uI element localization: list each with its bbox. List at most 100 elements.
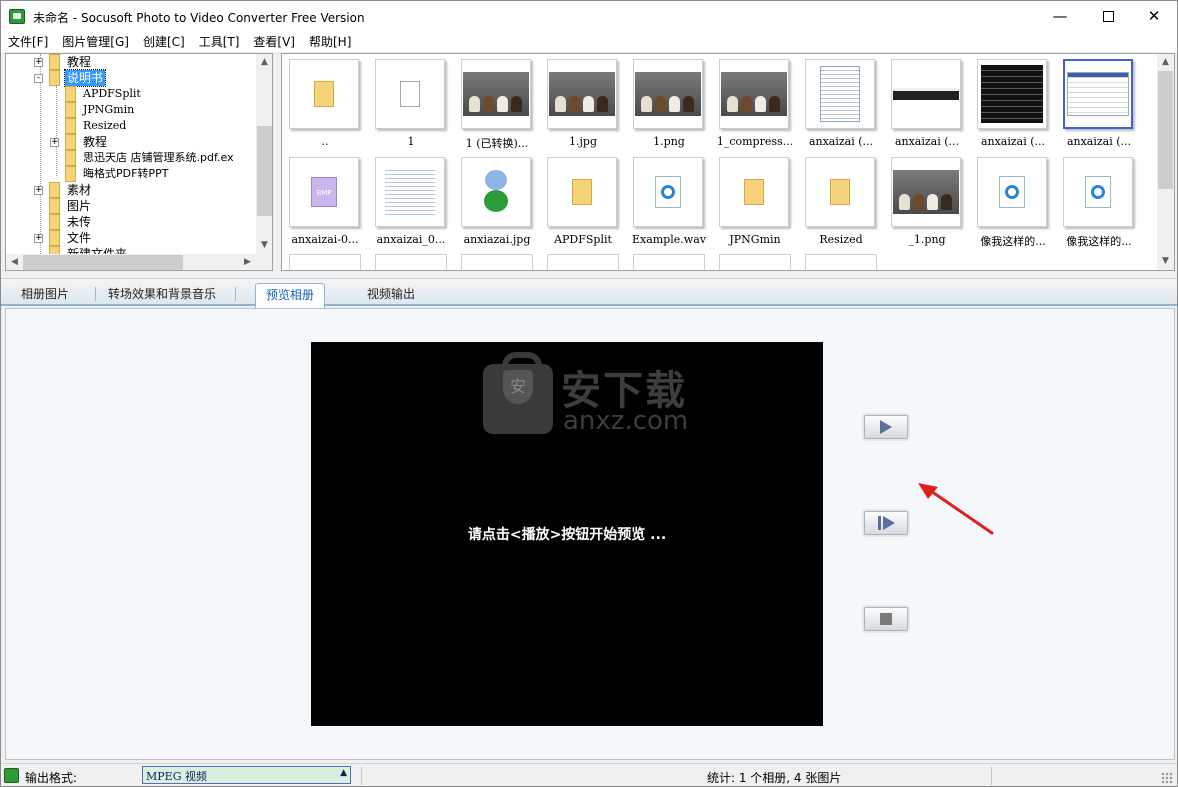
scroll-up-icon[interactable]: ▲ [256, 54, 272, 71]
expand-icon[interactable]: + [34, 233, 43, 243]
thumbnail-item[interactable]: JPNGmin [716, 154, 802, 250]
thumbnail-item[interactable]: 1_compress... [716, 56, 802, 152]
tree-item-tupian[interactable]: 图片 [49, 198, 93, 214]
folder-icon [314, 81, 334, 107]
thumbnail-item[interactable]: Resized [802, 154, 888, 250]
menu-bar: 文件[F] 图片管理[G] 创建[C] 工具[T] 查看[V] 帮助[H] [1, 32, 1177, 52]
tree-item-pdf2ppt[interactable]: 晦格式PDF转PPT [65, 166, 170, 182]
tree-item-label: 文件 [67, 231, 92, 245]
thumbnail-item[interactable]: _1.png [888, 154, 974, 250]
tree-item-wenjian[interactable]: + 文件 [34, 230, 93, 246]
menu-create[interactable]: 创建[C] [136, 32, 192, 52]
tab-album-photos[interactable]: 相册图片 [11, 283, 79, 305]
tab-transitions-music[interactable]: 转场效果和背景音乐 [98, 283, 226, 305]
preview-panel: 安 安下载 anxz.com 请点击<播放>按钮开始预览 ... [5, 308, 1175, 760]
annotation-arrow-icon [918, 483, 994, 535]
tree-item-label: 未传 [67, 215, 92, 229]
menu-image-manage[interactable]: 图片管理[G] [55, 32, 136, 52]
tab-preview-album[interactable]: 预览相册 [255, 283, 326, 308]
tree-item-weichuan[interactable]: 未传 [49, 214, 93, 230]
tree-item-jiaocheng[interactable]: + 教程 [34, 54, 93, 70]
watermark-logo: 安 安下载 anxz.com [483, 352, 697, 436]
tab-video-output[interactable]: 视频输出 [357, 283, 425, 305]
collapse-icon[interactable]: - [34, 73, 43, 83]
thumbnail-item[interactable]: anxaizai (... [888, 56, 974, 152]
tree-item-jpngmin[interactable]: JPNGmin [65, 102, 136, 118]
menu-help[interactable]: 帮助[H] [302, 32, 358, 52]
thumbnail-item[interactable]: anxaizai_0... [372, 154, 458, 250]
thumbnail-item-partial[interactable] [289, 254, 361, 270]
thumbnail-item[interactable]: .. [286, 56, 372, 152]
close-icon: ✕ [1147, 7, 1161, 25]
step-play-button[interactable] [864, 511, 908, 535]
thumbnail-item[interactable]: APDFSplit [544, 154, 630, 250]
thumbnail-item[interactable]: BMP anxaizai-0... [286, 154, 372, 250]
tree-item-jiaocheng-sub[interactable]: + 教程 [50, 134, 109, 150]
thumbnail-item[interactable]: anxaizai (... [974, 56, 1060, 152]
thumbnail-item[interactable]: 1.jpg [544, 56, 630, 152]
folder-icon [744, 179, 764, 205]
thumbnail-item[interactable]: 1 (已转换)... [458, 56, 544, 152]
scroll-down-icon[interactable]: ▼ [1157, 253, 1174, 270]
tree-item-sucai[interactable]: + 素材 [34, 182, 93, 198]
menu-tools[interactable]: 工具[T] [192, 32, 247, 52]
thumbnail-item-selected[interactable]: anxaizai (... [1060, 56, 1146, 152]
thumbnail-item[interactable]: 1 [372, 56, 458, 152]
window-title: 未命名 - Socusoft Photo to Video Converter … [33, 11, 365, 25]
scroll-thumb[interactable] [23, 255, 183, 270]
scroll-thumb[interactable] [257, 126, 272, 216]
menu-view[interactable]: 查看[V] [246, 32, 302, 52]
scroll-up-icon[interactable]: ▲ [1157, 54, 1174, 71]
scrollbar-corner [256, 254, 272, 270]
tree-item-label: 晦格式PDF转PPT [83, 167, 169, 180]
thumbnail-label: 像我这样的... [980, 235, 1046, 248]
thumbnail-item[interactable]: Example.wav [630, 154, 716, 250]
scroll-thumb[interactable] [1158, 71, 1173, 189]
expand-icon[interactable]: + [34, 57, 43, 67]
stop-button[interactable] [864, 607, 908, 631]
thumbnail-item-partial[interactable] [805, 254, 877, 270]
thumbnail-label: JPNGmin [729, 233, 781, 246]
thumbnail-item[interactable]: anxiazai.jpg [458, 154, 544, 250]
thumbnail-item-partial[interactable] [633, 254, 705, 270]
thumbnail-label: anxaizai_0... [376, 233, 446, 246]
thumbnail-item-partial[interactable] [547, 254, 619, 270]
thumbnail-label: anxaizai (... [808, 135, 874, 148]
thumbnail-item-partial[interactable] [375, 254, 447, 270]
minimize-button[interactable]: — [1037, 1, 1083, 31]
scroll-down-icon[interactable]: ▼ [256, 237, 272, 254]
thumbnail-label: Example.wav [632, 233, 706, 246]
thumbnail-label: Resized [819, 233, 863, 246]
tree-horizontal-scrollbar[interactable]: ◀ ▶ [6, 254, 256, 270]
thumbnail-item-partial[interactable] [719, 254, 791, 270]
tab-separator [95, 287, 96, 301]
tree-item-sixun[interactable]: 思迅天店 店铺管理系统.pdf.ex [65, 150, 236, 166]
tree-item-label: JPNGmin [83, 103, 135, 116]
play-button[interactable] [864, 415, 908, 439]
folder-icon [49, 230, 60, 246]
watermark-shield-icon: 安 [503, 370, 533, 404]
thumbnail-item[interactable]: 1.png [630, 56, 716, 152]
thumbnail-item[interactable]: anxaizai (... [802, 56, 888, 152]
thumbnail-item-partial[interactable] [461, 254, 533, 270]
thumbnail-vertical-scrollbar[interactable]: ▲ ▼ [1157, 54, 1174, 270]
tree-vertical-scrollbar[interactable]: ▲ ▼ [256, 54, 272, 254]
scroll-left-icon[interactable]: ◀ [6, 254, 23, 270]
menu-file[interactable]: 文件[F] [1, 32, 55, 52]
resize-grip-icon[interactable] [1161, 772, 1173, 784]
folder-tree[interactable]: + 教程 - 说明书 APDFSplit JPNGmin Resized + 教… [5, 53, 273, 271]
thumbnail-item[interactable]: 像我这样的... [1060, 154, 1146, 250]
expand-icon[interactable]: + [50, 137, 59, 147]
folder-icon [65, 134, 76, 150]
tree-item-shuomingshu[interactable]: - 说明书 [34, 69, 107, 87]
thumbnail-item[interactable]: 像我这样的... [974, 154, 1060, 250]
expand-icon[interactable]: + [34, 185, 43, 195]
scroll-right-icon[interactable]: ▶ [239, 254, 256, 270]
close-button[interactable]: ✕ [1131, 1, 1177, 31]
maximize-button[interactable] [1085, 1, 1131, 31]
thumbnail-grid[interactable]: .. 1 1 (已转换)... 1.jpg 1.png 1_compress..… [281, 53, 1175, 271]
output-format-select[interactable]: MPEG 视频 ▲ [142, 766, 351, 784]
output-format-label: 输出格式: [25, 771, 78, 785]
tree-item-apdfsplit[interactable]: APDFSplit [65, 86, 143, 102]
tree-item-resized[interactable]: Resized [65, 118, 128, 134]
